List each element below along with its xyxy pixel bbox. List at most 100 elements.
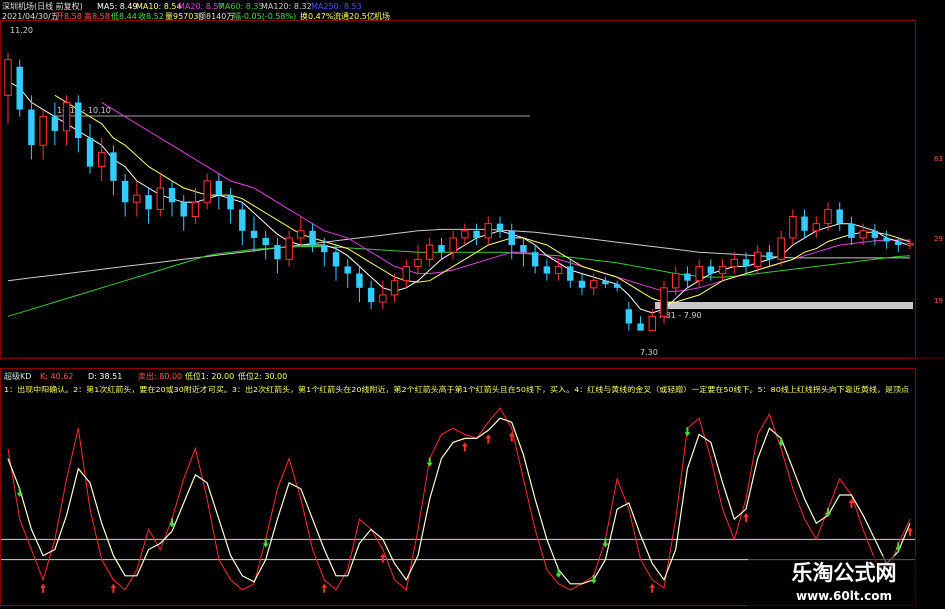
candle-body-up [824, 208, 832, 225]
candle-body-up [484, 223, 493, 239]
candle-body-down [344, 266, 351, 274]
turnover-label: 换0.47% [300, 11, 334, 21]
candle-body-down [121, 180, 129, 203]
right-axis-label-2: 29 [934, 235, 943, 243]
candle-body-up [461, 230, 469, 239]
candle-body-down [742, 259, 750, 267]
candle-body-up [660, 287, 668, 317]
candle-body-down [168, 188, 176, 203]
indicator-header: 超级KD K: 40.62 D: 38.51 卖出: 80.00 低位1: 20… [4, 371, 287, 381]
candle-body-down [613, 284, 621, 288]
candle-body-down [250, 230, 258, 238]
candle-body-down [16, 66, 23, 110]
candle-body-down [227, 195, 234, 210]
candle-body-up [789, 216, 797, 239]
ma-legend-item: MA20: 8.57 [178, 2, 224, 11]
candle-body-up [589, 280, 598, 289]
candle-body-up [297, 230, 305, 239]
candle-body-up [648, 315, 657, 332]
candle-body-up [554, 265, 563, 275]
candle-body-down [625, 309, 633, 324]
candle-body-down [215, 180, 223, 196]
candle-body-down [262, 237, 269, 246]
watermark-url: www.60lt.com [796, 589, 892, 603]
volume-label: 量95703 [165, 12, 198, 21]
high-marker-label: 11.20 [10, 26, 33, 35]
candle-body-down [145, 195, 152, 210]
indicator-name: 超级KD [4, 371, 31, 381]
candle-body-down [473, 230, 480, 238]
d-value-label: D: 38.51 [88, 372, 122, 381]
quote-line: 2021/04/30/五 开8.58 高8.58 低8.44 收8.52 量95… [2, 11, 390, 21]
candle-body-up [812, 223, 821, 232]
watermark-name: 乐淘公式网 [792, 561, 897, 585]
candle-body-down [520, 245, 527, 253]
candle-body-up [777, 237, 785, 260]
low1-level-label: 低位1: 20.00 [185, 371, 234, 381]
candle-body-up [39, 116, 47, 146]
candle-body-down [707, 266, 715, 274]
right-axis-label-3: 19 [934, 297, 943, 305]
candle-body-down [496, 223, 504, 231]
candle-body-down [332, 252, 340, 267]
candle-body-up [390, 280, 399, 296]
candle-body-down [438, 245, 445, 253]
change-label: 幅-0.05(-0.58%) [233, 11, 296, 21]
ma-legend-item: MA250: 8.53 [311, 2, 362, 11]
candle-body-up [671, 273, 680, 289]
right-axis-label-1: 63 [934, 155, 943, 163]
candle-body-down [848, 223, 855, 238]
candle-body-down [684, 273, 691, 281]
stock-chart: 深圳机场(日线 前复权) MA5: 8.49MA10: 8.54MA20: 8.… [0, 0, 945, 609]
candle-body-down [239, 209, 246, 231]
candle-body-down [836, 209, 843, 224]
high-label: 高8.58 [84, 11, 110, 21]
candle-body-up [285, 237, 293, 260]
low-label: 低8.44 [111, 11, 137, 21]
watermark: 乐淘公式网 www.60lt.com [748, 556, 940, 606]
candle-body-down [637, 323, 644, 331]
candle-body-down [274, 245, 281, 260]
candle-body-down [51, 116, 59, 131]
candle-body-up [156, 187, 165, 210]
low-marker-label: 7.30 [640, 348, 658, 357]
low2-level-label: 低位2: 30.00 [238, 371, 287, 381]
candle-body-up [402, 265, 411, 282]
candle-body-up [414, 258, 422, 267]
candle-body-up [191, 201, 200, 218]
amount-label: 额8140万 [198, 11, 234, 21]
candle-body-down [543, 266, 551, 274]
float-label: 流通20.5亿 [333, 11, 375, 21]
industry-label: 机场 [374, 11, 390, 21]
candle-body-down [75, 102, 82, 139]
candle-body-up [203, 180, 211, 203]
candle-body-down [578, 280, 586, 288]
candle-body-down [367, 287, 375, 303]
candle-body-down [895, 241, 902, 246]
candle-body-up [695, 265, 703, 282]
candle-body-up [449, 237, 457, 253]
ma-legend: MA5: 8.49MA10: 8.54MA20: 8.57MA60: 8.35M… [97, 2, 362, 11]
sell-level-label: 卖出: 80.00 [138, 371, 182, 381]
candle-body-down [567, 266, 574, 281]
candle-body-down [180, 202, 187, 217]
candle-body-down [766, 252, 773, 260]
candle-body-down [801, 216, 808, 231]
candle-body-down [871, 230, 879, 238]
candle-body-up [906, 243, 914, 246]
candle-body-up [4, 59, 12, 96]
candle-body-down [86, 138, 94, 167]
candle-body-down [309, 230, 316, 246]
date-label: 2021/04/30/五 [2, 12, 59, 21]
candle-body-up [730, 258, 739, 267]
candle-body-up [718, 265, 727, 275]
candle-body-up [62, 101, 71, 132]
k-value-label: K: 40.62 [40, 372, 73, 381]
candle-body-down [602, 280, 609, 285]
candle-body-down [531, 252, 539, 267]
candle-body-up [379, 294, 387, 303]
candle-body-down [28, 109, 35, 146]
support-band [655, 302, 913, 309]
ma-legend-item: MA60: 8.35 [218, 2, 264, 11]
indicator-description: 1：出现中阳确认。2：第1次红箭头，要在20或30附近才可买。3：出2次红箭头，… [4, 385, 909, 394]
